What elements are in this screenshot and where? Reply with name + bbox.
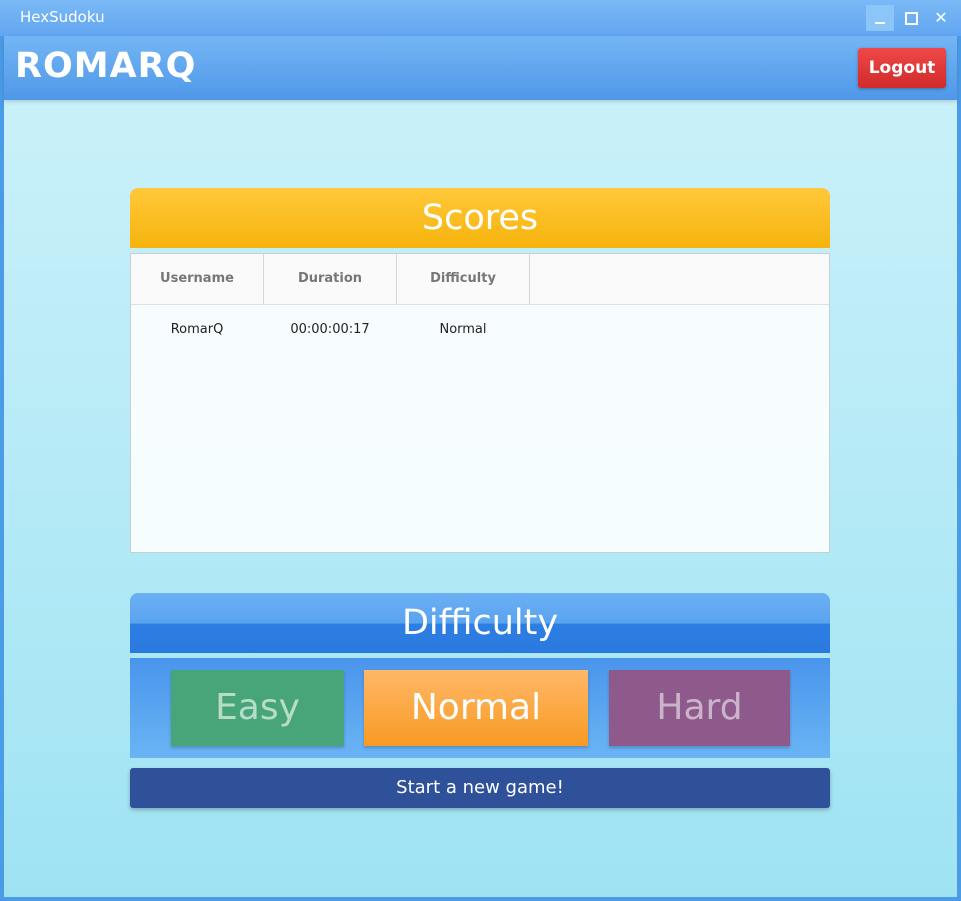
window-title: HexSudoku <box>20 8 105 26</box>
scores-table: Username Duration Difficulty RomarQ 00:0… <box>130 253 830 553</box>
maximize-icon <box>905 12 918 25</box>
app-frame: ROMARQ Logout Scores Username Duration D… <box>4 36 957 897</box>
easy-button[interactable]: Easy <box>171 670 344 746</box>
difficulty-title: Difficulty <box>130 593 830 653</box>
column-header-username[interactable]: Username <box>131 254 264 304</box>
normal-button[interactable]: Normal <box>364 670 588 746</box>
logout-button[interactable]: Logout <box>858 48 946 88</box>
maximize-button[interactable] <box>897 5 925 31</box>
start-new-game-button[interactable]: Start a new game! <box>130 768 830 808</box>
column-header-difficulty[interactable]: Difficulty <box>397 254 530 304</box>
minimize-button[interactable] <box>866 5 894 31</box>
cell-difficulty: Normal <box>439 322 487 337</box>
minimize-icon <box>875 22 885 24</box>
window-titlebar: HexSudoku ✕ <box>0 0 961 36</box>
difficulty-panel: Easy Normal Hard <box>130 658 830 758</box>
close-icon: ✕ <box>934 8 948 27</box>
username-label: ROMARQ <box>15 46 197 86</box>
cell-username: RomarQ <box>170 322 224 337</box>
hard-button[interactable]: Hard <box>609 670 790 746</box>
close-button[interactable]: ✕ <box>927 5 955 31</box>
app-header: ROMARQ Logout <box>4 36 957 100</box>
column-header-duration[interactable]: Duration <box>264 254 397 304</box>
scores-title: Scores <box>130 188 830 248</box>
cell-duration: 00:00:00:17 <box>290 322 370 337</box>
scores-table-header: Username Duration Difficulty <box>131 254 829 305</box>
